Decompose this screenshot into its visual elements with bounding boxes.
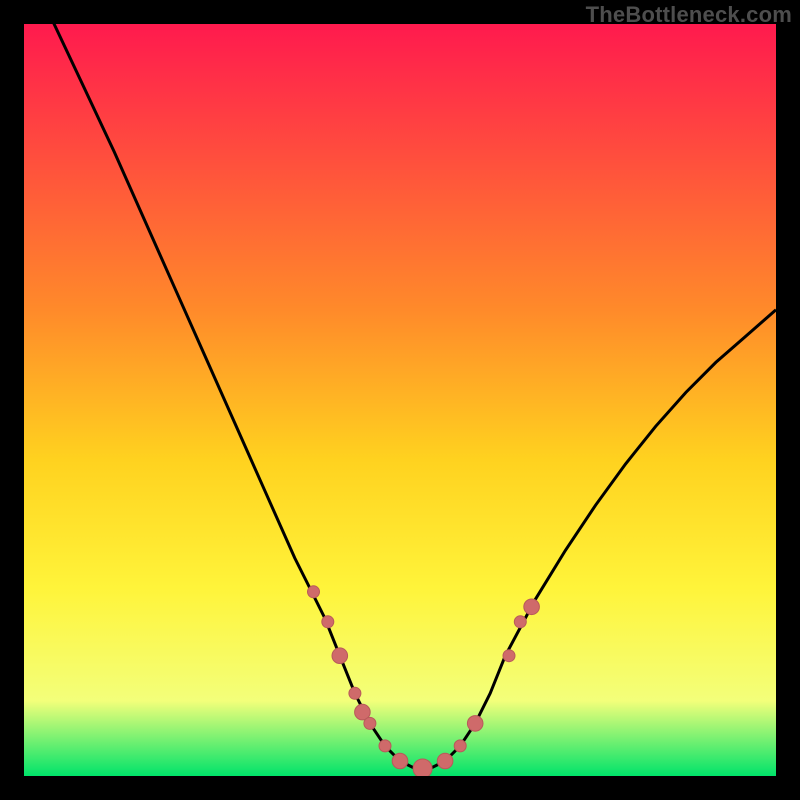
curve-markers (308, 586, 540, 776)
curve-marker (514, 616, 526, 628)
curve-layer (24, 24, 776, 776)
curve-marker (503, 650, 515, 662)
curve-marker (332, 648, 348, 664)
bottleneck-curve (24, 24, 776, 769)
chart-frame: TheBottleneck.com (0, 0, 800, 800)
curve-marker (322, 616, 334, 628)
watermark-text: TheBottleneck.com (586, 2, 792, 28)
curve-marker (437, 753, 453, 769)
curve-marker (467, 716, 483, 732)
curve-marker (454, 740, 466, 752)
curve-marker (308, 586, 320, 598)
curve-marker (392, 753, 408, 769)
curve-marker (349, 687, 361, 699)
curve-marker (364, 717, 376, 729)
plot-area (24, 24, 776, 776)
curve-marker (413, 759, 432, 776)
curve-marker (524, 599, 540, 615)
curve-marker (379, 740, 391, 752)
